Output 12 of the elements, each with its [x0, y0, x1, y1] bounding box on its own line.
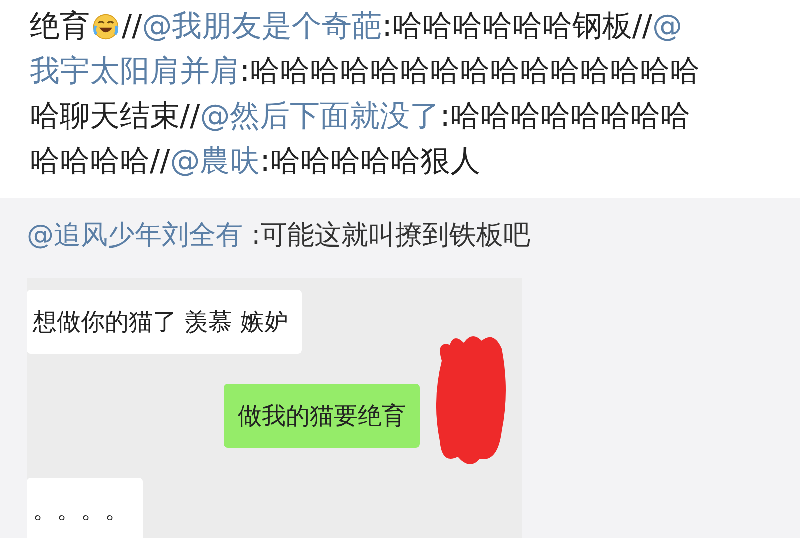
message-bubble: 做我的猫要绝育: [224, 384, 420, 448]
mention-link[interactable]: @然后下面就没了: [200, 94, 440, 139]
mention-link[interactable]: 我宇太阳肩并肩: [30, 49, 240, 94]
comment-text: @追风少年刘全有 :可能这就叫撩到铁板吧: [27, 219, 532, 253]
mention-link[interactable]: @追风少年刘全有: [27, 220, 243, 251]
mention-link[interactable]: @我朋友是个奇葩: [142, 4, 382, 49]
message-bubble: 。。。。: [27, 478, 143, 538]
message-bubble: 想做你的猫了 羡慕 嫉妒: [27, 290, 302, 354]
mention-link[interactable]: @農呋: [170, 139, 260, 184]
post-text: 绝育 //@我朋友是个奇葩:哈哈哈哈哈哈钢板//@ 我宇太阳肩并肩:哈哈哈哈哈哈哈哈哈哈哈哈哈哈哈 哈聊天结束//@然后下面就没了:哈哈哈哈哈哈哈哈 哈哈哈哈//@農呋:哈哈哈哈哈狠人: [30, 4, 800, 184]
laughing-emoji-icon: [92, 12, 120, 40]
mention-link[interactable]: @: [652, 4, 683, 49]
